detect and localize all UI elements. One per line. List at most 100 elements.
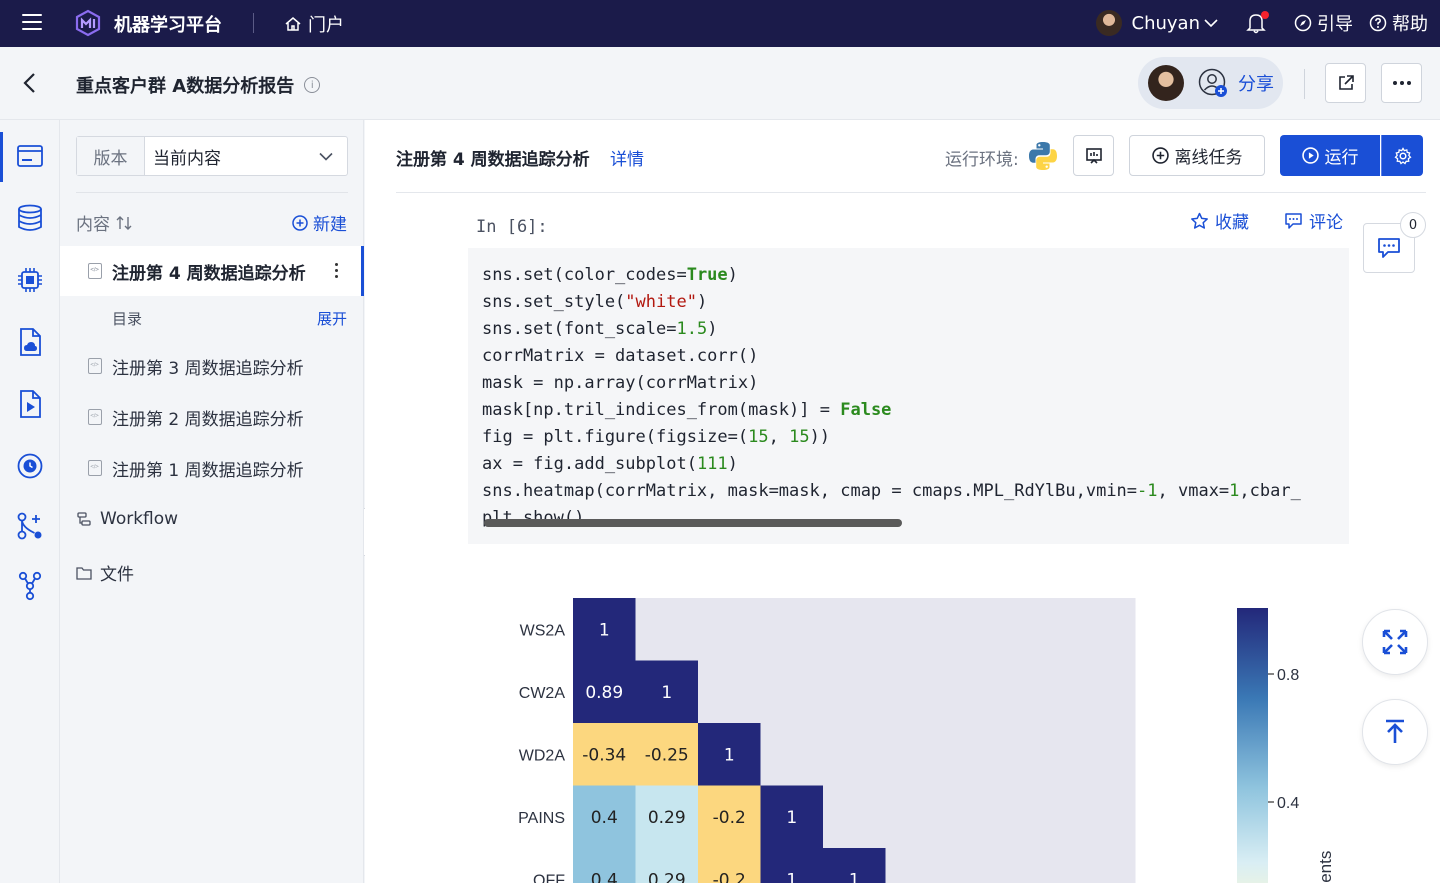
sidebar-item-label: 注册第 4 周数据追踪分析: [112, 263, 306, 284]
code-token: mask = np.array(corrMatrix): [482, 373, 759, 393]
run-settings-button[interactable]: [1381, 135, 1423, 176]
version-value-text: 当前内容: [153, 148, 221, 169]
new-button[interactable]: 新建: [292, 210, 347, 235]
rail-workflow[interactable]: [14, 510, 46, 542]
sort-icon[interactable]: [116, 215, 132, 231]
heatmap-cell-value: -0.2: [713, 808, 746, 828]
model-tree-icon: [18, 571, 42, 601]
rail-media[interactable]: [14, 388, 46, 420]
notebook-file-icon: [88, 358, 102, 374]
folder-icon: [76, 566, 92, 580]
code-token: ,: [768, 427, 790, 447]
guide-link[interactable]: 引导: [1294, 10, 1353, 36]
heatmap-cell-value: 1: [786, 808, 797, 828]
icon-rail: [0, 120, 60, 883]
code-content[interactable]: sns.set(color_codes=True) sns.set_style(…: [482, 262, 1335, 532]
runtime-env-label: 运行环境:: [945, 150, 1019, 170]
more-button[interactable]: [1381, 63, 1422, 103]
arrow-up-to-top-icon: [1386, 719, 1404, 743]
top-nav: 机器学习平台 门户 Chuyan 引导 帮助: [0, 0, 1440, 47]
favorite-label: 收藏: [1215, 213, 1249, 233]
rail-cloud-file[interactable]: [14, 326, 46, 358]
presentation-button[interactable]: [1073, 135, 1114, 176]
code-token: 1.5: [676, 319, 708, 339]
cloud-file-icon: [20, 328, 41, 356]
heatmap-cell-value: -0.25: [645, 745, 689, 765]
code-token: 1: [1229, 481, 1240, 501]
run-label: 运行: [1324, 148, 1359, 168]
gear-icon: [1394, 146, 1411, 164]
user-avatar[interactable]: [1095, 10, 1122, 36]
export-button[interactable]: [1325, 63, 1366, 103]
sidebar-item-week1[interactable]: 注册第 1 周数据追踪分析: [60, 443, 364, 493]
sidebar-item-week2[interactable]: 注册第 2 周数据追踪分析: [60, 392, 364, 442]
notification-dot: [1261, 11, 1269, 19]
colorbar-tick-label: 0.8: [1277, 667, 1299, 684]
play-circle-icon: [1301, 147, 1319, 164]
code-token: ): [727, 265, 738, 285]
run-button[interactable]: 运行: [1280, 135, 1380, 176]
fullscreen-button[interactable]: [1362, 609, 1428, 675]
python-icon[interactable]: [1027, 140, 1059, 172]
sidebar-item-week4[interactable]: 注册第 4 周数据追踪分析: [60, 246, 364, 296]
expand-toc-button[interactable]: 展开: [317, 308, 347, 329]
code-cell[interactable]: sns.set(color_codes=True) sns.set_style(…: [468, 248, 1349, 544]
details-link[interactable]: 详情: [610, 145, 644, 170]
user-name: Chuyan: [1131, 12, 1200, 34]
code-line: mask = np.array(corrMatrix): [482, 373, 758, 393]
heatmap-row-label: OFF: [533, 872, 565, 883]
notification-button[interactable]: [1246, 11, 1269, 34]
share-panel[interactable]: 分享: [1138, 57, 1283, 109]
content-label: 内容: [76, 215, 110, 235]
menu-icon[interactable]: [22, 14, 42, 30]
user-menu[interactable]: Chuyan: [1132, 13, 1218, 34]
sidebar-item-files[interactable]: 文件: [76, 560, 134, 585]
sidebar-divider: [76, 192, 348, 193]
offline-task-button[interactable]: 离线任务: [1129, 135, 1265, 176]
content-sidebar: 版本 当前内容 内容 新建 注册第 4 周数据追踪分析 目录 展开 注册第 3 …: [60, 120, 364, 883]
version-select[interactable]: 版本 当前内容: [76, 136, 348, 176]
sidebar-item-label: 注册第 2 周数据追踪分析: [112, 409, 304, 430]
star-icon: [1191, 212, 1208, 229]
code-token: ): [727, 454, 738, 474]
favorite-button[interactable]: 收藏: [1190, 208, 1249, 233]
code-token: False: [840, 400, 892, 420]
code-line: sns.set(font_scale=1.5): [482, 319, 717, 339]
rail-notebook[interactable]: [14, 140, 46, 172]
sidebar-item-workflow[interactable]: Workflow: [76, 509, 178, 529]
code-horizontal-scrollbar[interactable]: [484, 519, 902, 527]
rail-database[interactable]: [14, 202, 46, 234]
app-name[interactable]: 机器学习平台: [114, 11, 222, 37]
toolbar-divider: [396, 192, 1426, 193]
code-token: )): [809, 427, 831, 447]
code-line: sns.set(color_codes=True): [482, 265, 738, 285]
code-token: ): [707, 319, 718, 339]
rail-model[interactable]: [14, 570, 46, 602]
rail-compute[interactable]: [14, 264, 46, 296]
version-value[interactable]: 当前内容: [145, 137, 347, 175]
code-token: fig = plt.figure(figsize=(: [482, 427, 749, 447]
clock-cycle-icon: [17, 453, 43, 479]
back-arrow-icon[interactable]: [20, 71, 40, 95]
heatmap-cell-value: 0.29: [648, 870, 686, 883]
heatmap-row-label: CW2A: [519, 685, 566, 702]
sidebar-item-week3[interactable]: 注册第 3 周数据追踪分析: [60, 341, 364, 391]
comment-count-badge: 0: [1400, 212, 1426, 238]
code-token: 15: [748, 427, 769, 447]
files-label: 文件: [100, 565, 134, 585]
code-token: corrMatrix = dataset.corr(): [482, 346, 759, 366]
more-vertical-icon[interactable]: [335, 263, 339, 281]
document-title-text: 重点客户群 A数据分析报告: [76, 76, 295, 97]
header-divider: [1304, 69, 1305, 99]
comment-label: 评论: [1309, 213, 1343, 233]
scroll-to-top-button[interactable]: [1362, 699, 1428, 765]
code-token: sns.set(font_scale=: [482, 319, 677, 339]
code-token: 15: [789, 427, 810, 447]
info-icon[interactable]: i: [304, 77, 321, 93]
comment-button[interactable]: 评论: [1284, 208, 1343, 233]
code-token: "white": [625, 292, 697, 312]
portal-link[interactable]: 门户: [284, 11, 344, 37]
rail-schedule[interactable]: [14, 450, 46, 482]
heatmap-row-label: WD2A: [519, 747, 566, 764]
help-link[interactable]: 帮助: [1369, 10, 1428, 36]
